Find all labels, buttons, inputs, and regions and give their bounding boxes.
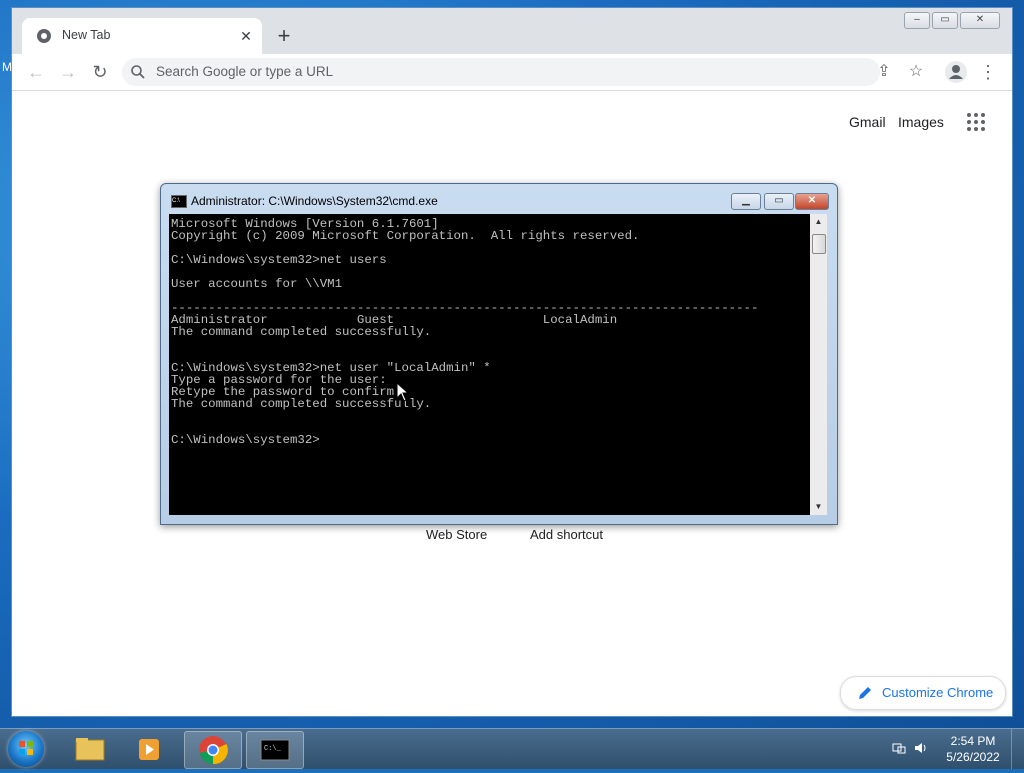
taskbar-media-player[interactable] — [122, 731, 178, 767]
tab-title: New Tab — [62, 28, 111, 42]
cmd-minimize-button[interactable]: ▁ — [731, 193, 761, 210]
pencil-icon — [859, 687, 871, 699]
gmail-link[interactable]: Gmail — [849, 114, 886, 130]
images-link[interactable]: Images — [898, 114, 944, 130]
shortcut-web-store[interactable]: Web Store — [426, 527, 487, 542]
search-icon — [131, 65, 145, 79]
desktop-edge-label: M — [2, 60, 12, 74]
svg-text:C:\_: C:\_ — [264, 745, 282, 753]
taskbar-command-prompt[interactable]: C:\_ — [246, 731, 304, 769]
forward-arrow-icon[interactable]: → — [56, 60, 80, 84]
reload-icon[interactable]: ↻ — [88, 60, 112, 84]
taskbar-chrome[interactable] — [184, 731, 242, 769]
scroll-down-arrow-icon[interactable]: ▼ — [810, 499, 827, 515]
console-output[interactable]: Microsoft Windows [Version 6.1.7601] Cop… — [169, 214, 810, 515]
tab-close-icon[interactable]: ✕ — [236, 26, 256, 46]
chrome-menu-icon[interactable]: ⋮ — [976, 60, 1000, 84]
browser-toolbar: ← → ↻ Search Google or type a URL ⇪ ☆ ⋮ — [12, 54, 1012, 91]
cmd-close-button[interactable]: ✕ — [795, 193, 829, 210]
omnibox[interactable]: Search Google or type a URL — [122, 58, 880, 86]
start-button[interactable] — [8, 731, 44, 767]
cmd-restore-button[interactable]: ▭ — [764, 193, 794, 210]
chrome-favicon-icon — [37, 29, 51, 43]
folder-icon — [75, 738, 105, 761]
profile-avatar-icon[interactable] — [945, 61, 967, 83]
media-player-icon — [139, 739, 159, 760]
google-apps-icon[interactable] — [966, 112, 986, 132]
cmd-window-title: Administrator: C:\Windows\System32\cmd.e… — [191, 194, 438, 208]
close-window-button[interactable]: ✕ — [960, 12, 1000, 29]
new-tab-button[interactable]: + — [272, 25, 296, 49]
network-icon[interactable] — [892, 741, 906, 755]
cmd-app-icon: C:\ — [171, 195, 187, 208]
volume-icon[interactable] — [914, 741, 928, 755]
scroll-thumb[interactable] — [812, 234, 826, 254]
clock-date: 5/26/2022 — [946, 750, 1000, 764]
restore-button[interactable]: ▭ — [932, 12, 958, 29]
tab-bar: New Tab ✕ + – ▭ ✕ — [12, 8, 1012, 54]
customize-chrome-label: Customize Chrome — [882, 685, 994, 700]
chrome-logo-icon — [199, 736, 228, 765]
taskbar-file-explorer[interactable] — [62, 731, 118, 767]
taskbar: C:\_ 2:54 PM 5/26/2022 — [0, 728, 1024, 769]
mouse-cursor-icon — [396, 382, 410, 402]
customize-chrome-button[interactable]: Customize Chrome — [840, 676, 1006, 710]
windows-logo-icon — [19, 741, 33, 755]
clock-time: 2:54 PM — [950, 734, 996, 748]
scroll-up-arrow-icon[interactable]: ▲ — [810, 214, 827, 230]
share-icon[interactable]: ⇪ — [872, 60, 896, 84]
back-arrow-icon[interactable]: ← — [24, 60, 48, 84]
cmd-vertical-scrollbar[interactable]: ▲ ▼ — [810, 214, 827, 515]
system-clock[interactable]: 2:54 PM 5/26/2022 — [938, 733, 1008, 765]
omnibox-placeholder: Search Google or type a URL — [156, 64, 334, 79]
console-text: Microsoft Windows [Version 6.1.7601] Cop… — [171, 217, 759, 447]
minimize-button[interactable]: – — [904, 12, 930, 29]
shortcut-add[interactable]: Add shortcut — [530, 527, 603, 542]
cmd-icon: C:\_ — [260, 739, 290, 761]
cmd-window[interactable]: C:\ Administrator: C:\Windows\System32\c… — [160, 183, 838, 525]
show-desktop-button[interactable] — [1011, 729, 1024, 769]
bookmark-star-icon[interactable]: ☆ — [904, 60, 928, 84]
window-controls: – ▭ ✕ — [904, 12, 1000, 29]
tab-new-tab[interactable]: New Tab ✕ — [22, 18, 262, 54]
